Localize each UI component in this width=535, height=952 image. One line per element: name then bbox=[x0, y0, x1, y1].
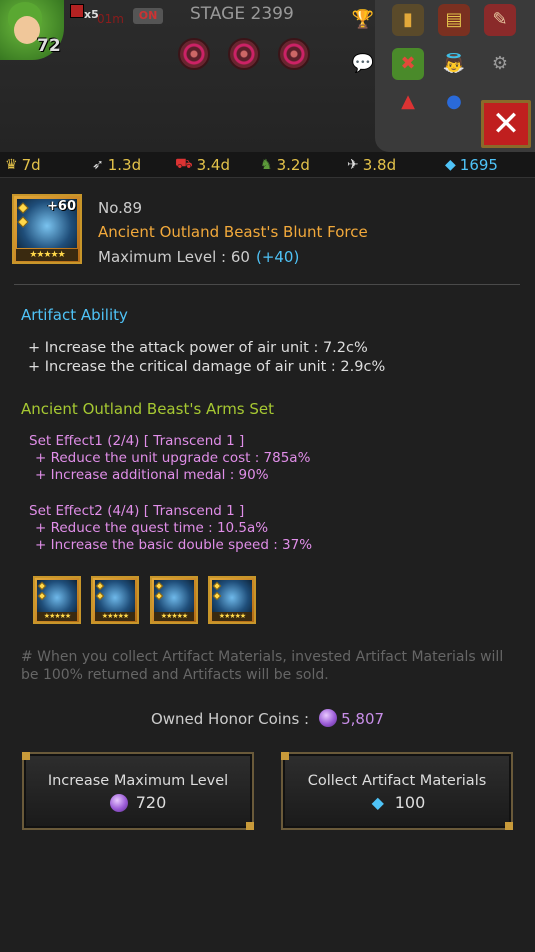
cost-value: 100 bbox=[394, 793, 426, 812]
units-icon[interactable]: ● bbox=[438, 86, 470, 118]
cart-icon: ⛟ bbox=[175, 156, 193, 172]
button-cost: 720 bbox=[24, 793, 252, 812]
ability-line: + Increase the attack power of air unit … bbox=[28, 340, 368, 356]
collect-materials-button[interactable]: Collect Artifact Materials ◆ 100 bbox=[281, 752, 513, 830]
shop-icon[interactable]: ✖ bbox=[392, 48, 424, 80]
corner-ornament bbox=[281, 752, 289, 760]
set-effect-line: + Increase additional medal : 90% bbox=[35, 467, 269, 483]
medal-icon bbox=[178, 38, 210, 70]
resource-crown: ♛ 7d bbox=[5, 156, 41, 174]
medal-icon bbox=[278, 38, 310, 70]
feather-icon: ➶ bbox=[92, 157, 104, 173]
info-note: # When you collect Artifact Materials, i… bbox=[21, 649, 504, 683]
journal-icon[interactable]: ✎ bbox=[484, 4, 516, 36]
resource-dragon: ♞ 3.2d bbox=[260, 156, 310, 174]
button-label: Collect Artifact Materials bbox=[307, 773, 487, 789]
stage-label: STAGE 2399 bbox=[190, 4, 294, 24]
resource-value: 1.3d bbox=[107, 156, 142, 174]
set-effect-line: + Reduce the quest time : 10.5a% bbox=[35, 520, 269, 536]
resource-value: 7d bbox=[21, 156, 41, 174]
honor-coins-value: 5,807 bbox=[341, 710, 385, 728]
trophy-icon[interactable]: 🏆 bbox=[347, 4, 379, 36]
dragon-icon: ♞ bbox=[260, 157, 273, 173]
honor-coins-row: Owned Honor Coins : 5,807 bbox=[0, 709, 535, 728]
set-item-stars: ★★★★★ bbox=[212, 612, 252, 621]
resource-value: 3.4d bbox=[196, 156, 231, 174]
honor-coins-label: Owned Honor Coins : bbox=[150, 710, 310, 728]
button-label: Increase Maximum Level bbox=[47, 773, 229, 789]
warning-triangle-icon[interactable]: ▲ bbox=[392, 86, 424, 118]
ranking-icon[interactable]: ▮ bbox=[392, 4, 424, 36]
set-item-stars: ★★★★★ bbox=[95, 612, 135, 621]
artifact-stars: ★★★★★ bbox=[16, 249, 78, 261]
medal-icon bbox=[228, 38, 260, 70]
max-level-label: Maximum Level : bbox=[98, 248, 231, 266]
increase-max-level-button[interactable]: Increase Maximum Level 720 bbox=[22, 752, 254, 830]
crown-icon: ♛ bbox=[5, 157, 18, 173]
resource-value: 3.8d bbox=[362, 156, 397, 174]
artifact-number: No.89 bbox=[98, 199, 142, 217]
resource-value: 3.2d bbox=[276, 156, 310, 174]
gem-icon: ◆ bbox=[371, 792, 384, 812]
close-button[interactable]: ✕ bbox=[481, 100, 531, 148]
angel-icon[interactable]: 👼 bbox=[438, 48, 470, 80]
game-hud: 72 x5 01m ON STAGE 2399 🏆 ▮ ▤ ✎ 💬 ✖ 👼 ⚙ … bbox=[0, 0, 535, 152]
resource-cart: ⛟ 3.4d bbox=[175, 156, 230, 174]
player-level: 72 bbox=[37, 36, 61, 56]
max-level-bonus: (+40) bbox=[255, 248, 300, 266]
button-cost: ◆ 100 bbox=[283, 793, 511, 812]
quest-book-icon[interactable]: ▤ bbox=[438, 4, 470, 36]
set-effect2-title: Set Effect2 (4/4) [ Transcend 1 ] bbox=[29, 503, 245, 519]
corner-ornament bbox=[22, 752, 30, 760]
set-item-3[interactable]: ★★★★★ bbox=[150, 576, 198, 624]
artifact-max-level: Maximum Level : 60 (+40) bbox=[98, 248, 299, 266]
corner-ornament bbox=[505, 822, 513, 830]
artifact-name: Ancient Outland Beast's Blunt Force bbox=[98, 223, 368, 241]
auto-toggle[interactable]: ON bbox=[133, 8, 163, 24]
cost-value: 720 bbox=[135, 793, 167, 812]
set-effect1-title: Set Effect1 (2/4) [ Transcend 1 ] bbox=[29, 433, 245, 449]
artifact-plus: +60 bbox=[47, 199, 76, 214]
resource-feather: ➶ 1.3d bbox=[92, 156, 141, 174]
artifact-icon: +60 ★★★★★ bbox=[12, 194, 82, 264]
gem-icon: ◆ bbox=[445, 157, 456, 173]
boost-icon bbox=[70, 4, 84, 18]
max-level-value: 60 bbox=[230, 248, 250, 266]
ability-title: Artifact Ability bbox=[21, 306, 128, 324]
divider bbox=[14, 284, 520, 285]
wing-icon: ✈ bbox=[347, 157, 359, 173]
resource-value: 1695 bbox=[459, 156, 498, 174]
set-effect-line: + Increase the basic double speed : 37% bbox=[35, 537, 313, 553]
set-title: Ancient Outland Beast's Arms Set bbox=[21, 400, 275, 418]
corner-ornament bbox=[246, 822, 254, 830]
resource-bar: ♛ 7d ➶ 1.3d ⛟ 3.4d ♞ 3.2d ✈ 3.8d ◆ 1695 bbox=[0, 152, 535, 178]
set-item-2[interactable]: ★★★★★ bbox=[91, 576, 139, 624]
ability-line: + Increase the critical damage of air un… bbox=[28, 359, 386, 375]
gear-icon[interactable]: ⚙ bbox=[484, 48, 516, 80]
honor-coin-icon bbox=[319, 709, 338, 727]
chat-icon[interactable]: 💬 bbox=[347, 48, 379, 80]
set-item-4[interactable]: ★★★★★ bbox=[208, 576, 256, 624]
set-item-stars: ★★★★★ bbox=[37, 612, 77, 621]
resource-wing: ✈ 3.8d bbox=[347, 156, 396, 174]
set-item-1[interactable]: ★★★★★ bbox=[33, 576, 81, 624]
set-item-stars: ★★★★★ bbox=[154, 612, 194, 621]
honor-coin-icon bbox=[109, 793, 128, 812]
boost-timer: 01m bbox=[97, 12, 124, 26]
resource-gem: ◆ 1695 bbox=[445, 156, 498, 174]
set-effect-line: + Reduce the unit upgrade cost : 785a% bbox=[35, 450, 311, 466]
